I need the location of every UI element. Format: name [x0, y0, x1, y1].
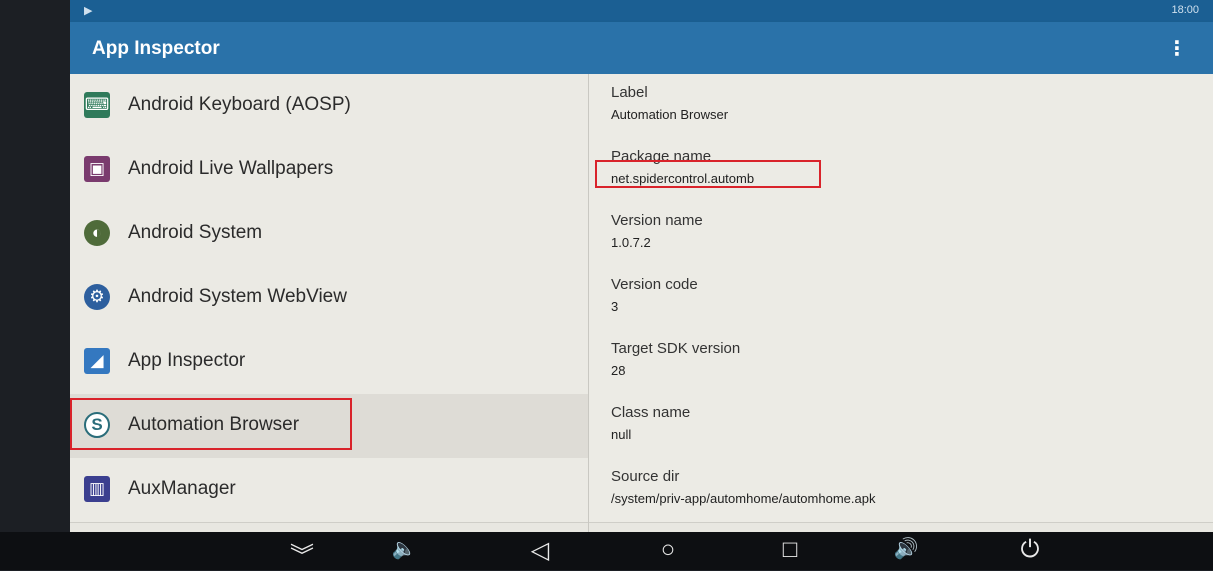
- highlight-box-package: [595, 160, 821, 188]
- detail-value: 3: [611, 299, 619, 314]
- home-icon[interactable]: ○: [648, 536, 688, 564]
- volume-up-icon[interactable]: 🔊: [886, 536, 926, 561]
- detail-value: 1.0.7.2: [611, 235, 651, 250]
- detail-key: Version code: [611, 276, 698, 293]
- detail-key: Label: [611, 84, 648, 101]
- app-item-android-system-webview[interactable]: ⚙ Android System WebView: [70, 266, 588, 331]
- detail-key: Version name: [611, 212, 703, 229]
- detail-value: Automation Browser: [611, 107, 729, 122]
- power-icon[interactable]: ⏻: [1010, 536, 1050, 564]
- back-icon[interactable]: ◁: [520, 536, 560, 565]
- tablet-screen: ▶ 18:00 App Inspector ⋮ ⌨ Android Keyboa…: [70, 0, 1213, 548]
- collapse-icon[interactable]: ︾: [282, 536, 322, 571]
- app-item-label: Android System: [128, 222, 263, 243]
- app-bar: App Inspector ⋮: [70, 22, 1213, 74]
- app-item-label: AuxManager: [128, 478, 236, 499]
- gear-icon: ⚙: [84, 284, 110, 310]
- overflow-menu-icon[interactable]: ⋮: [1167, 36, 1187, 61]
- detail-row-label: Label Automation Browser: [589, 74, 1213, 139]
- play-icon: ▶: [84, 5, 93, 17]
- app-list: ⌨ Android Keyboard (AOSP) ▣ Android Live…: [70, 74, 589, 548]
- android-system-icon: ◐: [84, 220, 110, 246]
- detail-row-source-dir: Source dir /system/priv-app/automhome/au…: [589, 458, 1213, 523]
- navigation-bar: ︾ 🔈 ◁ ○ □ 🔊 ⏻: [0, 532, 1213, 570]
- detail-row-class-name: Class name null: [589, 394, 1213, 459]
- detail-row-target-sdk: Target SDK version 28: [589, 330, 1213, 395]
- volume-down-icon[interactable]: 🔈: [384, 536, 424, 561]
- detail-key: Class name: [611, 404, 691, 421]
- aux-manager-icon: ▥: [84, 476, 110, 502]
- wallpaper-icon: ▣: [84, 156, 110, 182]
- app-item-label: Android Live Wallpapers: [128, 158, 334, 179]
- app-item-app-inspector[interactable]: ◢ App Inspector: [70, 330, 588, 395]
- app-item-label: Android Keyboard (AOSP): [128, 94, 351, 115]
- app-item-android-live-wallpapers[interactable]: ▣ Android Live Wallpapers: [70, 138, 588, 203]
- detail-value: /system/priv-app/automhome/automhome.apk: [611, 491, 876, 506]
- detail-row-version-code: Version code 3: [589, 266, 1213, 331]
- app-details-panel: Label Automation Browser Package name ne…: [589, 74, 1213, 548]
- app-item-android-system[interactable]: ◐ Android System: [70, 202, 588, 267]
- keyboard-icon: ⌨: [84, 92, 110, 118]
- app-item-android-keyboard[interactable]: ⌨ Android Keyboard (AOSP): [70, 74, 588, 139]
- app-item-label: Android System WebView: [128, 286, 347, 307]
- detail-key: Source dir: [611, 468, 680, 485]
- status-time: 18:00: [1171, 4, 1199, 16]
- detail-row-version-name: Version name 1.0.7.2: [589, 202, 1213, 267]
- detail-value: null: [611, 427, 632, 442]
- recents-icon[interactable]: □: [770, 536, 810, 564]
- app-item-auxmanager[interactable]: ▥ AuxManager: [70, 458, 588, 523]
- highlight-box-app: [70, 398, 352, 450]
- app-title: App Inspector: [92, 38, 220, 59]
- detail-value: 28: [611, 363, 626, 378]
- status-bar: ▶ 18:00: [70, 0, 1213, 22]
- app-item-label: App Inspector: [128, 350, 246, 371]
- inspector-icon: ◢: [84, 348, 110, 374]
- detail-key: Target SDK version: [611, 340, 741, 357]
